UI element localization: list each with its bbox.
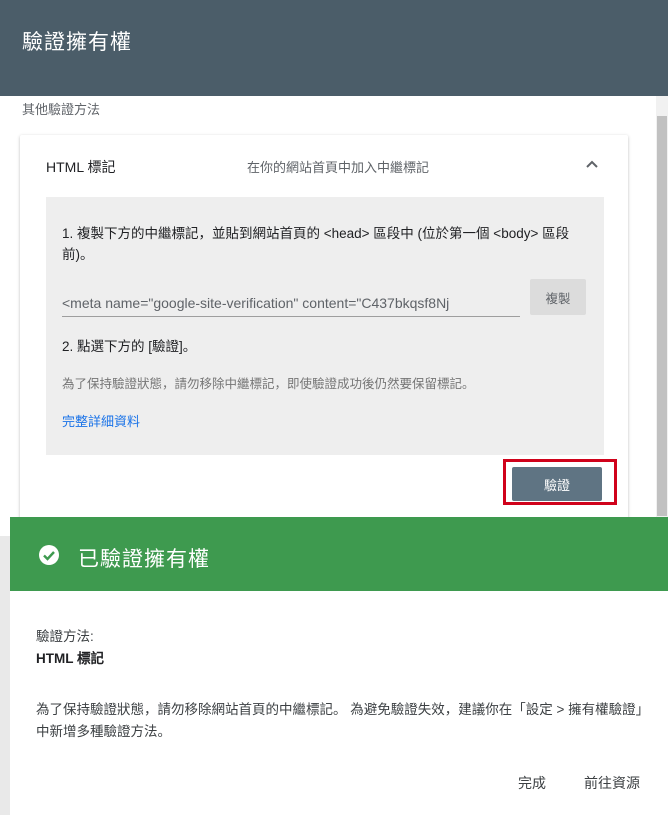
scrollbar-thumb[interactable] bbox=[657, 116, 667, 516]
instructions-panel: 1. 複製下方的中繼標記，並貼到網站首頁的 <head> 區段中 (位於第一個 … bbox=[46, 197, 604, 455]
verification-success-dialog: 已驗證擁有權 驗證方法: HTML 標記 為了保持驗證狀態，請勿移除網站首頁的中… bbox=[10, 517, 668, 815]
html-tag-method-card: HTML 標記 在你的網站首頁中加入中繼標記 1. 複製下方的中繼標記，並貼到網… bbox=[20, 135, 628, 535]
method-description: 在你的網站首頁中加入中繼標記 bbox=[247, 160, 430, 175]
other-methods-label: 其他驗證方法 bbox=[22, 102, 101, 117]
go-to-property-button[interactable]: 前往資源 bbox=[584, 773, 640, 793]
verify-button[interactable]: 驗證 bbox=[512, 467, 602, 501]
done-button[interactable]: 完成 bbox=[518, 773, 546, 793]
verification-method-value: HTML 標記 bbox=[36, 651, 104, 666]
method-title[interactable]: HTML 標記 bbox=[46, 157, 115, 177]
success-title: 已驗證擁有權 bbox=[78, 548, 210, 571]
scrollbar[interactable] bbox=[656, 96, 668, 536]
success-banner: 已驗證擁有權 bbox=[10, 517, 668, 591]
copy-button[interactable]: 複製 bbox=[530, 279, 586, 315]
chevron-up-icon[interactable] bbox=[580, 153, 604, 177]
dialog-title: 驗證擁有權 bbox=[22, 31, 132, 54]
meta-tag-field[interactable]: <meta name="google-site-verification" co… bbox=[62, 293, 520, 317]
step-2-text: 2. 點選下方的 [驗證]。 bbox=[62, 339, 197, 354]
retention-note: 為了保持驗證狀態，請勿移除中繼標記，即使驗證成功後仍然要保留標記。 bbox=[62, 377, 475, 391]
full-details-link[interactable]: 完整詳細資料 bbox=[62, 411, 140, 430]
success-message: 為了保持驗證狀態，請勿移除網站首頁的中繼標記。 為避免驗證失效，建議你在「設定 … bbox=[36, 702, 643, 739]
verification-method-label: 驗證方法: bbox=[36, 629, 94, 644]
dialog-header: 驗證擁有權 bbox=[0, 0, 668, 96]
step-1-text: 1. 複製下方的中繼標記，並貼到網站首頁的 <head> 區段中 (位於第一個 … bbox=[62, 226, 570, 262]
check-circle-icon bbox=[39, 545, 59, 565]
